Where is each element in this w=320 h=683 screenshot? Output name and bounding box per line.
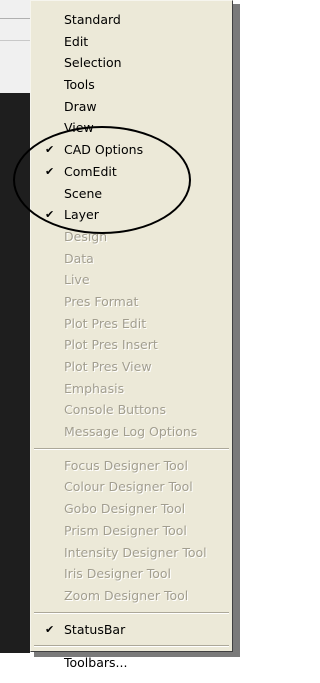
menu-item-edit[interactable]: Edit xyxy=(31,31,232,53)
checkmark-icon: ✔ xyxy=(45,208,55,222)
menu-item-tools[interactable]: Tools xyxy=(31,74,232,96)
menu-item-live: Live xyxy=(31,269,232,291)
menu-separator xyxy=(31,640,232,652)
menu-item-selection[interactable]: Selection xyxy=(31,52,232,74)
menu-item-intensity-designer-tool: Intensity Designer Tool xyxy=(31,542,232,564)
menu-item-console-buttons: Console Buttons xyxy=(31,399,232,421)
menu-item-label: Colour Designer Tool xyxy=(64,479,193,495)
menu-item-draw[interactable]: Draw xyxy=(31,96,232,118)
menu-item-label: Data xyxy=(64,250,94,266)
menu-item-label: Pres Format xyxy=(64,293,139,309)
menu-item-cad-options[interactable]: ✔ CAD Options xyxy=(31,139,232,161)
menu-item-label: Edit xyxy=(64,33,89,49)
menu-item-zoom-designer-tool: Zoom Designer Tool xyxy=(31,585,232,607)
menu-item-gobo-designer-tool: Gobo Designer Tool xyxy=(31,498,232,520)
checkmark-icon: ✔ xyxy=(45,164,55,178)
menu-item-label: Prism Designer Tool xyxy=(64,522,187,538)
menu-item-label: Intensity Designer Tool xyxy=(64,544,207,560)
menu-item-label: Emphasis xyxy=(64,380,125,396)
menu-item-label: Iris Designer Tool xyxy=(64,566,172,582)
checkmark-icon: ✔ xyxy=(45,622,55,636)
menu-item-layer[interactable]: ✔ Layer xyxy=(31,204,232,226)
menu-item-view[interactable]: View xyxy=(31,117,232,139)
menu-item-label: Draw xyxy=(64,98,97,114)
menu-item-label: Layer xyxy=(64,207,99,223)
menu-item-plot-pres-view: Plot Pres View xyxy=(31,356,232,378)
menu-item-label: Scene xyxy=(64,185,103,201)
menu-item-iris-designer-tool: Iris Designer Tool xyxy=(31,563,232,585)
menu-item-label: Console Buttons xyxy=(64,402,166,418)
menu-item-toolbars[interactable]: Toolbars... xyxy=(31,652,232,674)
menu-item-label: Plot Pres Edit xyxy=(64,315,147,331)
menu-item-label: View xyxy=(64,120,94,136)
menu-item-standard[interactable]: Standard xyxy=(31,9,232,31)
menu-item-label: Zoom Designer Tool xyxy=(64,587,189,603)
menu-item-label: Plot Pres Insert xyxy=(64,337,158,353)
menu-item-label: Live xyxy=(64,272,90,288)
menu-item-comedit[interactable]: ✔ ComEdit xyxy=(31,161,232,183)
menu-item-scene[interactable]: Scene xyxy=(31,183,232,205)
menu-separator xyxy=(31,607,232,619)
menu-item-data: Data xyxy=(31,248,232,270)
menu-item-label: Focus Designer Tool xyxy=(64,457,188,473)
menu-item-colour-designer-tool: Colour Designer Tool xyxy=(31,476,232,498)
menu-item-label: Plot Pres View xyxy=(64,359,152,374)
menu-item-message-log-options: Message Log Options xyxy=(31,421,232,443)
menu-item-plot-pres-edit: Plot Pres Edit xyxy=(31,313,232,335)
screenshot-canvas: Standard Edit Selection Tools Draw View ✔ CAD O… xyxy=(0,0,243,683)
menu-item-plot-pres-insert: Plot Pres Insert xyxy=(31,334,232,356)
menu-item-label: Selection xyxy=(64,55,122,71)
menu-item-label: Standard xyxy=(64,12,121,27)
menu-item-focus-designer-tool: Focus Designer Tool xyxy=(31,455,232,477)
app-background-dark xyxy=(0,93,30,653)
menu-item-label: CAD Options xyxy=(64,142,144,158)
menu-item-label: Gobo Designer Tool xyxy=(64,501,186,517)
menu-item-emphasis: Emphasis xyxy=(31,378,232,400)
checkmark-icon: ✔ xyxy=(45,143,55,157)
menu-item-design: Design xyxy=(31,226,232,248)
menu-item-label: Message Log Options xyxy=(64,424,198,440)
menu-item-prism-designer-tool: Prism Designer Tool xyxy=(31,520,232,542)
menu-item-label: ComEdit xyxy=(64,163,117,179)
menu-item-label: Toolbars... xyxy=(64,655,128,671)
menu-item-label: Design xyxy=(64,228,108,244)
toolbars-context-menu: Standard Edit Selection Tools Draw View ✔ CAD O… xyxy=(30,0,233,670)
menu-item-pres-format: Pres Format xyxy=(31,291,232,313)
menu-item-list: Standard Edit Selection Tools Draw View ✔ CAD O… xyxy=(31,9,232,674)
menu-item-label: Tools xyxy=(64,77,95,93)
menu-item-statusbar[interactable]: ✔ StatusBar xyxy=(31,619,232,641)
menu-item-label: StatusBar xyxy=(64,621,126,637)
menu-separator xyxy=(31,443,232,455)
